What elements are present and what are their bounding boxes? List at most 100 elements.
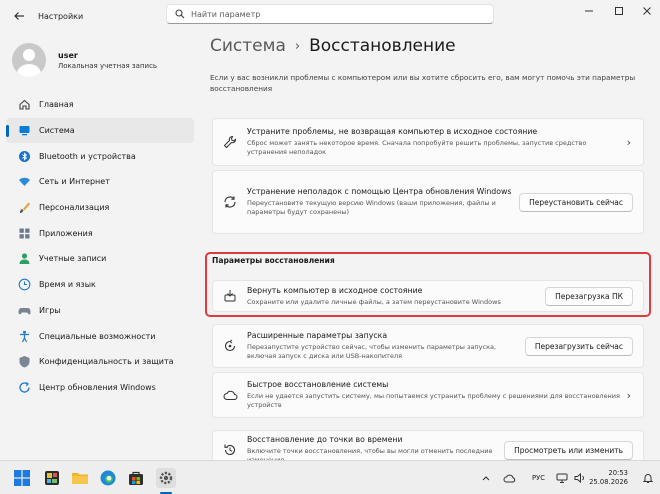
minimize-button[interactable] [574,0,604,22]
taskbar-settings[interactable] [156,468,176,488]
tray-network[interactable] [552,468,572,488]
history-icon [221,441,239,459]
breadcrumb-separator: › [294,38,301,54]
search-icon [175,9,185,19]
brush-icon [16,200,32,216]
search-input[interactable] [191,9,481,19]
start-button[interactable] [12,468,32,488]
card-title: Расширенные параметры запуска [247,331,388,340]
maximize-icon [615,7,623,15]
apps-icon [16,225,32,241]
sidebar-item-bluetooth[interactable]: Bluetooth и устройства [6,143,194,169]
globe-clock-icon [16,277,32,293]
card-title: Восстановление до точки во времени [247,435,403,444]
sidebar-item-label: Персонализация [39,203,110,213]
sidebar-item-gaming[interactable]: Игры [6,298,194,324]
sync-icon [221,193,239,211]
user-profile[interactable]: user Локальная учетная запись [12,40,192,80]
sidebar-item-accessibility[interactable]: Специальные возможности [6,323,194,349]
avatar [12,43,46,77]
taskbar: РУС 20:53 25.08.2026 [0,460,660,494]
taskbar-clock[interactable]: 20:53 25.08.2026 [589,469,628,487]
advanced-startup-icon [221,337,239,355]
sidebar-item-accounts[interactable]: Учетные записи [6,246,194,272]
sidebar-item-personalization[interactable]: Персонализация [6,195,194,221]
bell-icon [642,474,654,483]
chevron-up-icon [482,476,490,481]
windows-logo-icon [14,470,30,486]
bluetooth-icon [16,148,32,164]
highlight-box [205,252,651,317]
main-content: Система › Восстановление Если у вас возн… [200,32,660,470]
tray-overflow[interactable] [476,468,496,488]
wifi-icon [16,174,32,190]
taskbar-store[interactable] [126,468,146,488]
card-fix-problems[interactable]: Устраните проблемы, не возвращая компьют… [212,118,644,166]
close-icon [643,7,651,15]
chevron-right-icon: › [626,388,631,402]
sidebar-item-label: Приложения [39,228,93,238]
app-title: Настройки [38,11,84,21]
system-icon [16,123,32,139]
folder-icon [72,473,88,484]
card-title: Устраните проблемы, не возвращая компьют… [247,127,538,136]
store-icon [129,471,143,485]
card-windows-update-repair: Устранение неполадок с помощью Центра об… [212,170,644,234]
home-icon [16,97,32,113]
language-indicator[interactable]: РУС [532,474,545,482]
tray-volume[interactable] [570,468,590,488]
arrow-left-icon [14,12,24,20]
widgets-icon [45,471,59,485]
tray-cloud[interactable] [500,468,520,488]
sidebar-item-windows-update[interactable]: Центр обновления Windows [6,375,194,401]
clock-time: 20:53 [608,469,628,477]
edge-icon [100,470,116,486]
taskbar-file-explorer[interactable] [70,468,90,488]
sidebar-item-label: Главная [39,100,74,110]
intro-text: Если у вас возникли проблемы с компьютер… [210,73,636,93]
sidebar-item-apps[interactable]: Приложения [6,220,194,246]
card-advanced-startup: Расширенные параметры запуска Перезапуст… [212,324,644,368]
sidebar-item-label: Система [39,126,75,136]
cloud-icon [221,386,239,404]
shield-icon [16,354,32,370]
maximize-button[interactable] [604,0,634,22]
card-desc: Переустановите текущую версию Windows (в… [247,199,496,216]
card-title: Быстрое восстановление системы [247,380,389,389]
card-title: Устранение неполадок с помощью Центра об… [247,187,512,196]
reinstall-now-button[interactable]: Переустановить сейчас [519,192,633,212]
card-desc: Перезапустите устройство сейчас, чтобы и… [247,343,497,360]
card-quick-recovery[interactable]: Быстрое восстановление системы Если не у… [212,372,644,418]
sidebar-nav: Главная Система Bluetooth и устройства С… [6,92,194,400]
gear-icon [159,471,173,485]
breadcrumb-parent[interactable]: Система [210,36,286,56]
update-icon [16,379,32,395]
breadcrumb: Система › Восстановление [210,36,456,56]
accounts-icon [16,251,32,267]
sidebar-item-label: Игры [39,305,61,315]
sidebar-item-time-language[interactable]: Время и язык [6,272,194,298]
sidebar-item-network[interactable]: Сеть и Интернет [6,169,194,195]
view-or-change-button[interactable]: Просмотреть или изменить [504,440,633,460]
sidebar-item-label: Центр обновления Windows [39,382,156,392]
sidebar-item-privacy[interactable]: Конфиденциальность и защита [6,349,194,375]
sidebar-item-label: Bluetooth и устройства [39,151,136,161]
chevron-right-icon: › [626,135,631,149]
gamepad-icon [16,302,32,318]
sidebar-item-label: Конфиденциальность и защита [39,357,174,367]
back-button[interactable] [6,5,32,27]
network-icon [556,473,568,483]
sidebar-item-system[interactable]: Система [6,117,194,144]
restart-now-button[interactable]: Перезагрузить сейчас [524,336,633,356]
taskbar-edge[interactable] [98,468,118,488]
card-desc: Если не удается запустить систему, мы по… [247,392,620,409]
sidebar: user Локальная учетная запись Главная Си… [0,32,200,460]
search-box[interactable] [166,4,494,24]
sidebar-item-home[interactable]: Главная [6,92,194,118]
close-button[interactable] [632,0,660,22]
taskbar-widgets[interactable] [42,468,62,488]
sidebar-item-label: Время и язык [39,280,96,290]
tray-notifications[interactable] [638,468,658,488]
cloud-icon [503,474,516,483]
page-title: Восстановление [309,36,456,56]
